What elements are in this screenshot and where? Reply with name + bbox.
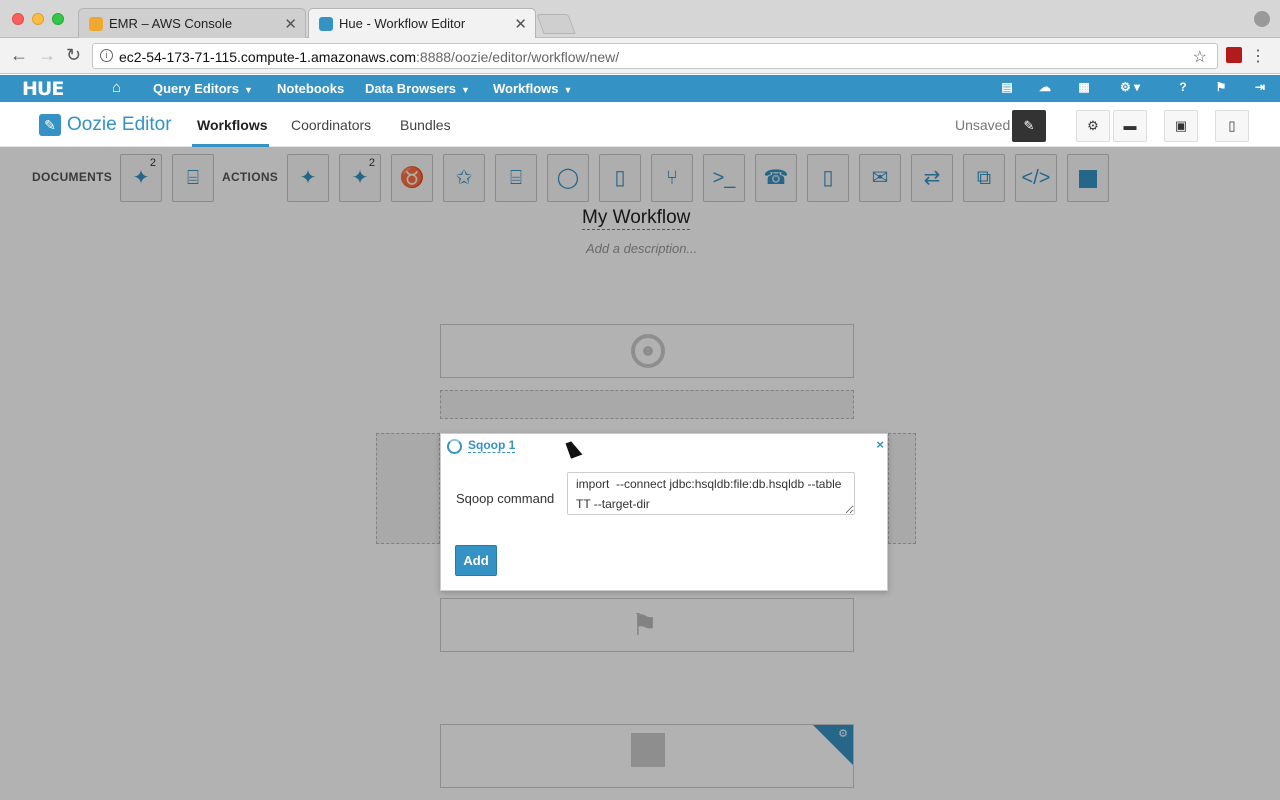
pdf-extension-icon[interactable] (1226, 47, 1242, 63)
home-icon[interactable]: ⌂ (112, 79, 121, 96)
info-icon[interactable]: i (100, 49, 113, 62)
hue-logo[interactable]: HUE (22, 78, 64, 100)
new-tab-button[interactable] (536, 14, 576, 34)
url-path: :8888/oozie/editor/workflow/new/ (416, 49, 620, 65)
tab-title: Hue - Workflow Editor (339, 16, 466, 31)
browser-tab-hue[interactable]: Hue - Workflow Editor ✕ (308, 8, 536, 39)
settings-cog-icon[interactable]: ⚙ ▾ (1115, 80, 1145, 94)
save-button[interactable]: ▣ (1164, 110, 1198, 142)
app-title[interactable]: Oozie Editor (67, 114, 172, 136)
window-minimize-button[interactable] (32, 13, 44, 25)
reload-icon[interactable]: ↻ (66, 46, 81, 64)
chevron-down-icon: ▼ (461, 85, 470, 95)
profile-icon[interactable] (1254, 11, 1270, 27)
chevron-down-icon: ▼ (243, 85, 253, 95)
back-arrow-icon[interactable]: ← (10, 46, 28, 64)
address-bar[interactable]: i ec2-54-173-71-115.compute-1.amazonaws.… (92, 43, 1218, 69)
nav-query-editors[interactable]: Query Editors ▼ (153, 81, 253, 96)
logout-icon[interactable]: ⇥ (1253, 80, 1267, 94)
nav-label: Query Editors (153, 81, 239, 96)
add-button[interactable]: Add (455, 545, 497, 576)
url-host: ec2-54-173-71-115.compute-1.amazonaws.co… (119, 49, 417, 65)
tab-bundles[interactable]: Bundles (400, 117, 451, 133)
help-icon[interactable]: ? (1176, 80, 1190, 94)
aws-favicon-icon (89, 17, 103, 31)
dialog-title[interactable]: Sqoop 1 (468, 438, 516, 453)
window-zoom-button[interactable] (52, 13, 64, 25)
app-subnav: ✎ Oozie Editor Workflows Coordinators Bu… (0, 102, 1280, 147)
nav-label: Workflows (493, 81, 559, 96)
tab-workflows[interactable]: Workflows (197, 117, 268, 133)
sqoop-command-label: Sqoop command (456, 491, 555, 506)
nav-notebooks[interactable]: Notebooks (277, 81, 344, 96)
browser-toolbar: ← → ↻ i ec2-54-173-71-115.compute-1.amaz… (0, 38, 1280, 74)
browser-tab-emr[interactable]: EMR – AWS Console ✕ (78, 8, 306, 38)
edit-pencil-button[interactable]: ✎ (1012, 110, 1046, 142)
table-icon[interactable]: ▦ (1077, 80, 1091, 94)
close-tab-icon[interactable]: ✕ (514, 15, 527, 33)
nav-workflows[interactable]: Workflows ▼ (493, 81, 572, 96)
cloud-icon[interactable]: ☁ (1038, 80, 1052, 94)
window-close-button[interactable] (12, 13, 24, 25)
sqoop-icon (447, 439, 462, 454)
oozie-editor-icon: ✎ (39, 114, 61, 136)
close-tab-icon[interactable]: ✕ (284, 15, 297, 33)
hue-favicon-icon (319, 17, 333, 31)
nav-label: Data Browsers (365, 81, 457, 96)
tab-coordinators[interactable]: Coordinators (291, 117, 371, 133)
browser-tabstrip: EMR – AWS Console ✕ Hue - Workflow Edito… (0, 0, 1280, 39)
settings-button[interactable]: ⚙ (1076, 110, 1110, 142)
save-status: Unsaved (955, 117, 1011, 133)
browser-menu-icon[interactable]: ⋮ (1250, 46, 1266, 66)
sqoop-action-dialog: Sqoop 1 × Sqoop command import --connect… (440, 433, 888, 591)
flag-icon[interactable]: ⚑ (1214, 80, 1228, 94)
nav-data-browsers[interactable]: Data Browsers ▼ (365, 81, 470, 96)
chevron-down-icon: ▼ (563, 85, 573, 95)
hue-navbar: HUE ⌂ Query Editors ▼ Notebooks Data Brow… (0, 75, 1280, 102)
close-icon[interactable]: × (876, 437, 884, 452)
bookmark-star-icon[interactable]: ☆ (1193, 47, 1207, 67)
file-icon[interactable]: ▤ (1000, 80, 1014, 94)
open-folder-button[interactable]: ▬ (1113, 110, 1147, 142)
new-document-button[interactable]: ▯ (1215, 110, 1249, 142)
tab-title: EMR – AWS Console (109, 16, 233, 31)
forward-arrow-icon[interactable]: → (38, 46, 56, 64)
sqoop-command-input[interactable]: import --connect jdbc:hsqldb:file:db.hsq… (567, 472, 855, 515)
